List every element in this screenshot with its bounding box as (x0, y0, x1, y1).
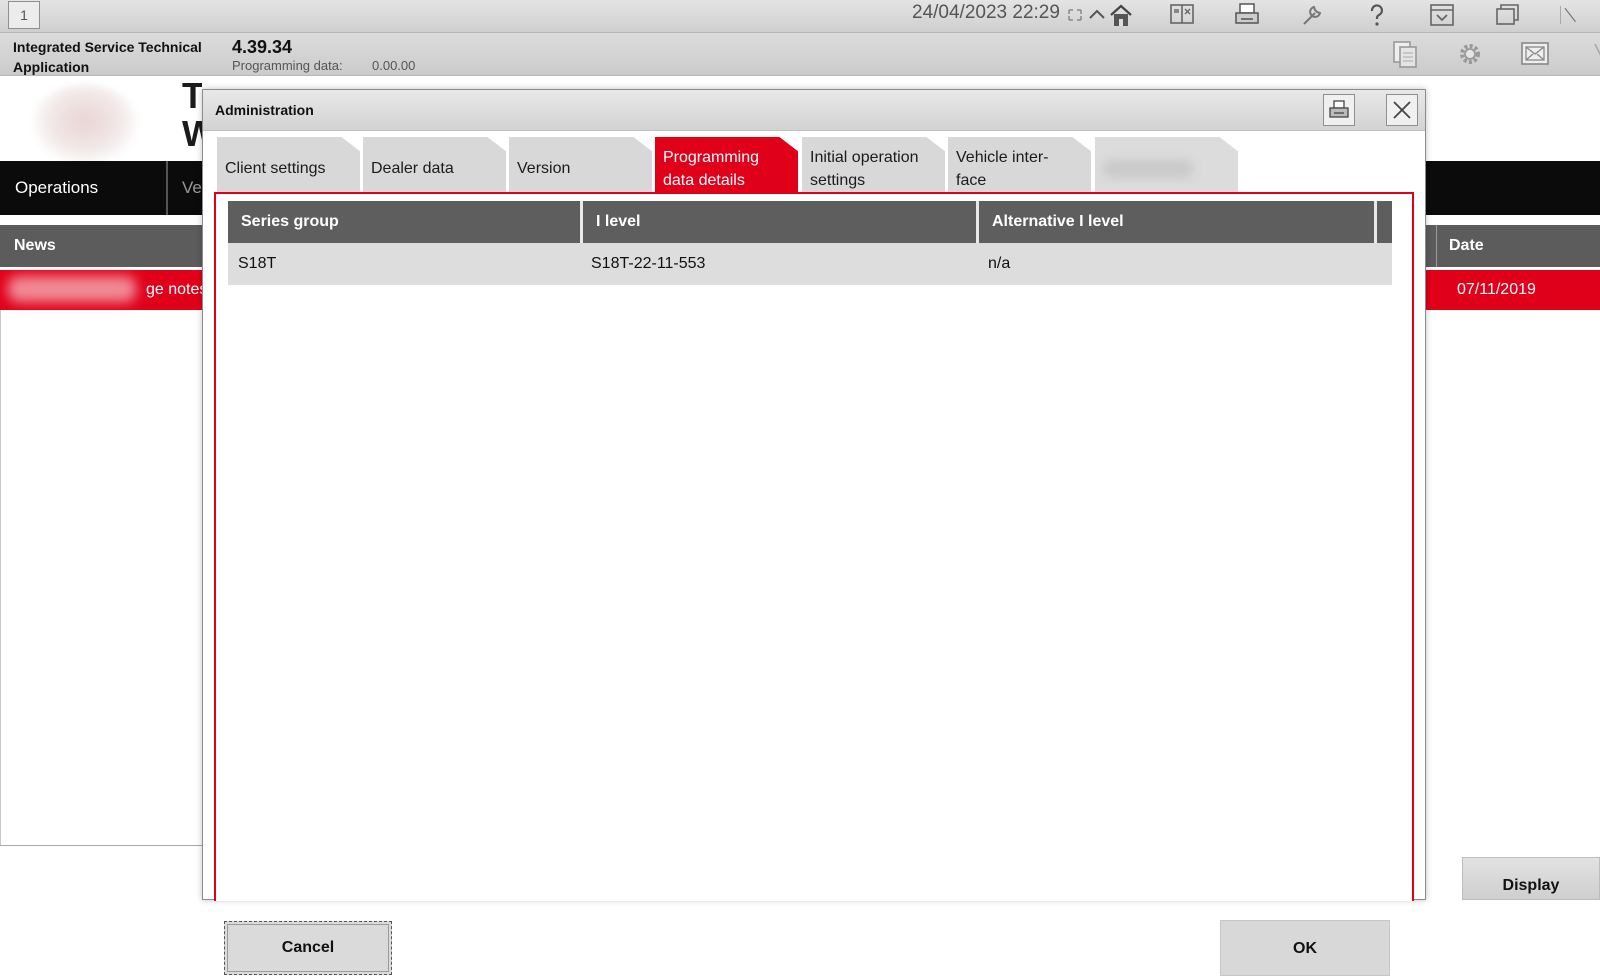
help-icon[interactable] (1362, 1, 1392, 29)
copy-icon[interactable] (1388, 38, 1422, 70)
redacted-tab-label (1103, 159, 1193, 178)
tab-label: Version (517, 160, 571, 177)
fullscreen-icon[interactable] (1060, 1, 1082, 29)
tab-vehicle-interface[interactable]: Vehicle inter-face (948, 137, 1091, 192)
nav-operations[interactable]: Operations (0, 161, 168, 215)
cell-series-group: S18T (238, 255, 277, 272)
programming-data-label: Programming data: (232, 58, 343, 73)
print-icon (1329, 100, 1349, 118)
column-header-series-group[interactable]: Series group (228, 201, 580, 243)
print-icon[interactable] (1232, 1, 1262, 29)
brand-logo (30, 84, 140, 166)
home-icon[interactable] (1106, 1, 1136, 29)
cancel-button[interactable]: Cancel (224, 921, 392, 975)
tab-version[interactable]: Version (509, 137, 652, 192)
cell-i-level: S18T-22-11-553 (591, 255, 706, 272)
table-row[interactable]: S18T S18T-22-11-553 n/a (228, 243, 1392, 285)
column-header-alternative-i-level[interactable]: Alternative I level (979, 201, 1375, 243)
dialog-title: Administration (215, 102, 314, 118)
cell-alternative-i-level: n/a (988, 255, 1011, 272)
background-title: T (182, 78, 202, 114)
news-column-header[interactable]: News (14, 225, 56, 267)
mail-icon[interactable] (1518, 38, 1552, 70)
tab-initial-operation-settings[interactable]: Initial operation settings (802, 137, 945, 192)
column-divider (1374, 201, 1377, 243)
nav-vehicle[interactable]: Ve (182, 161, 202, 215)
app-header: Integrated Service Technical Application… (0, 33, 1600, 76)
tab-label: Initial operation settings (810, 148, 919, 189)
app-version: 4.39.34 (232, 37, 293, 57)
datetime-display: 24/04/2023 22:29 (912, 2, 1060, 23)
panel-divider (0, 845, 205, 846)
dropdown-panel-icon[interactable] (1427, 1, 1457, 29)
tab-label: Dealer data (371, 160, 454, 177)
side-handle-icon[interactable] (1580, 38, 1600, 70)
tab-dealer-data[interactable]: Dealer data (363, 137, 506, 192)
dialog-print-button[interactable] (1323, 94, 1355, 126)
split-view-icon[interactable] (1167, 1, 1197, 29)
gear-icon[interactable] (1453, 38, 1487, 70)
column-header-i-level[interactable]: I level (583, 201, 979, 243)
programming-data-value: 0.00.00 (372, 58, 416, 73)
dialog-tabs: Client settings Dealer data Version Prog… (217, 137, 1317, 192)
wrench-icon[interactable] (1297, 1, 1327, 29)
redacted-text (8, 276, 136, 302)
dialog-titlebar: Administration (203, 90, 1425, 131)
administration-dialog: Administration Client settings Dealer da… (202, 89, 1426, 976)
close-icon (1393, 101, 1411, 119)
table-header: Series group I level Alternative I level (228, 201, 1392, 243)
tab-label: Client settings (225, 160, 326, 177)
close-icon[interactable] (1556, 1, 1596, 29)
tab-label: Programming data details (663, 148, 760, 189)
tab-redacted[interactable] (1095, 137, 1238, 192)
app-name: Integrated Service Technical Application (13, 39, 202, 75)
tab-label: Vehicle inter-face (956, 148, 1049, 189)
column-divider (1436, 225, 1437, 267)
tab-programming-data-details[interactable]: Programming data details (655, 137, 798, 192)
news-row-date: 07/11/2019 (1457, 281, 1536, 298)
display-button[interactable]: Display (1462, 857, 1600, 900)
window-number[interactable]: 1 (8, 1, 40, 29)
tab-client-settings[interactable]: Client settings (217, 137, 360, 192)
ok-button[interactable]: OK (1220, 920, 1390, 976)
system-toolbar: 1 24/04/2023 22:29 (0, 0, 1600, 33)
date-column-header[interactable]: Date (1449, 225, 1484, 267)
window-restore-icon[interactable] (1492, 1, 1522, 29)
background-subtitle: W (182, 116, 202, 152)
tab-content-panel: Series group I level Alternative I level… (214, 192, 1414, 976)
chevron-up-icon[interactable] (1082, 1, 1105, 29)
panel-border (0, 310, 1, 846)
dialog-close-button[interactable] (1386, 94, 1418, 126)
